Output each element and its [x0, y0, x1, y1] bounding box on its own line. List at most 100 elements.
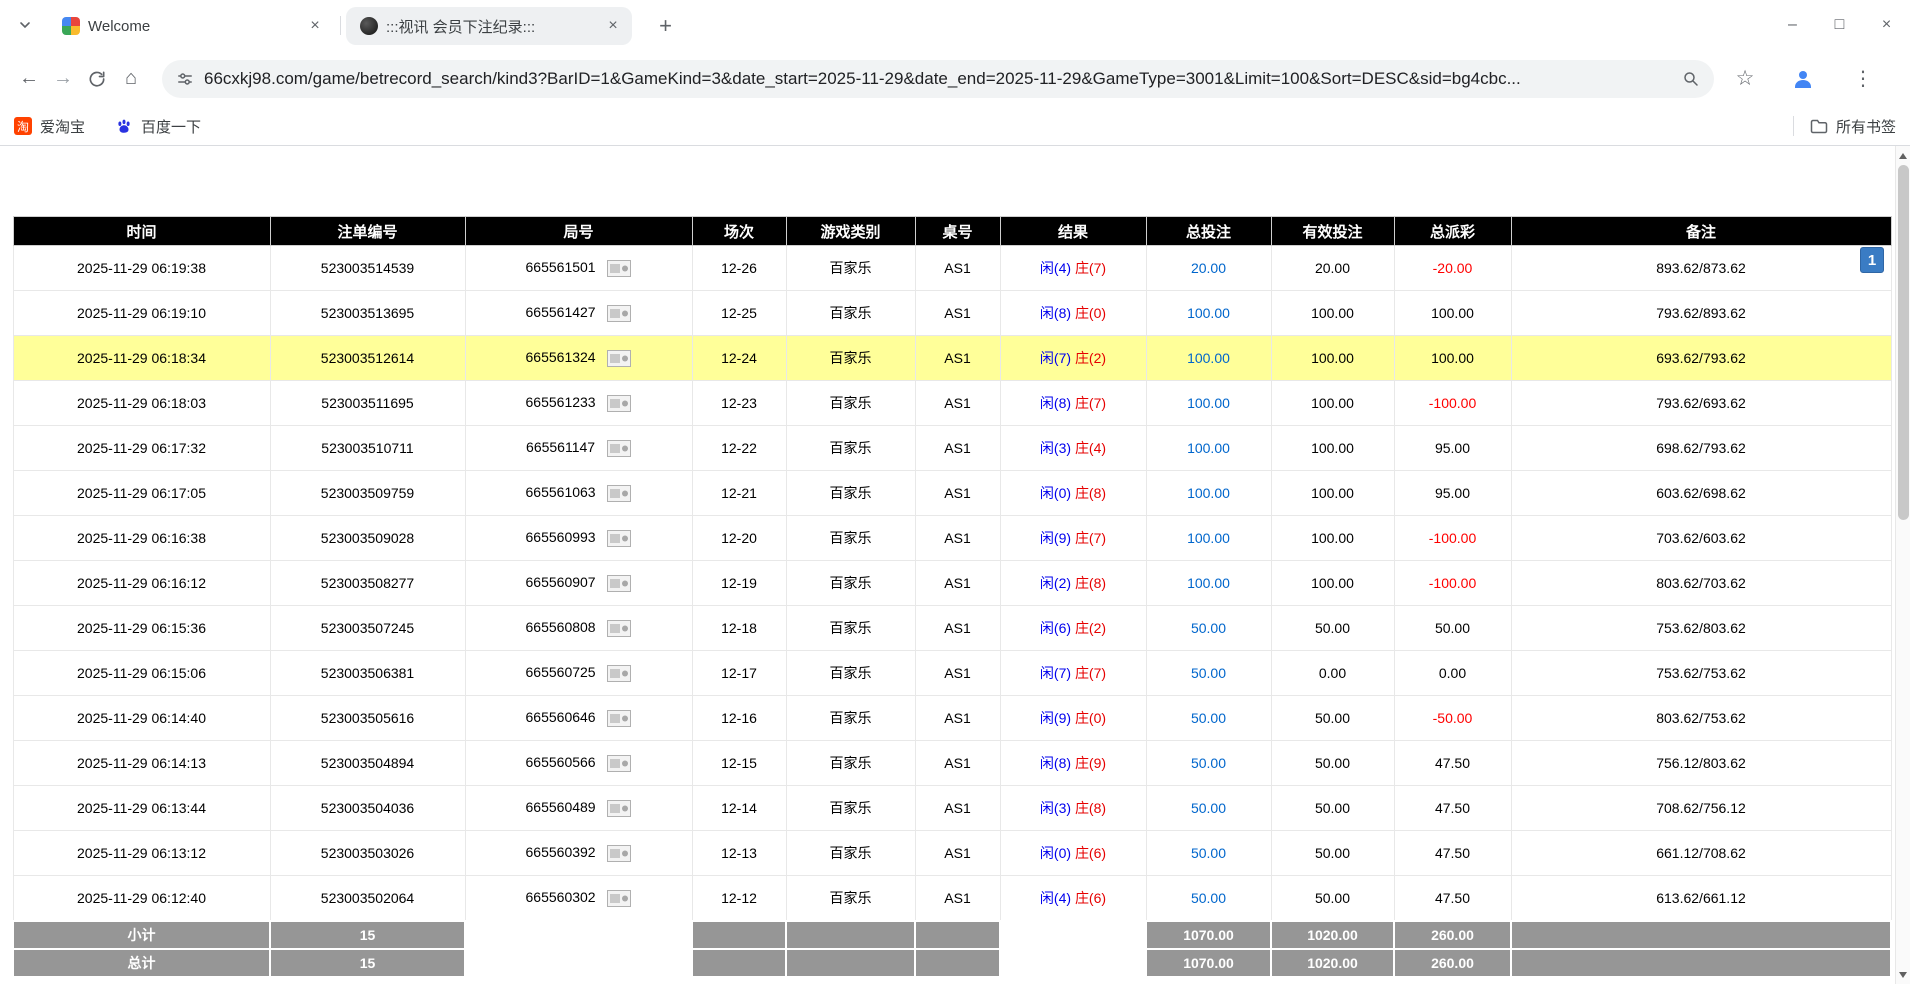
zoom-magnifier-icon[interactable]: [1682, 70, 1700, 88]
video-replay-icon[interactable]: [607, 440, 631, 457]
tab-close-icon[interactable]: ×: [304, 15, 326, 37]
refresh-button[interactable]: [80, 62, 114, 96]
round-number: 665560808: [526, 619, 596, 635]
cell-round-number: 665560808: [465, 606, 692, 651]
browser-menu-icon[interactable]: ⋮: [1846, 62, 1880, 96]
video-replay-icon[interactable]: [607, 485, 631, 502]
result-banker: 庄(0): [1075, 710, 1106, 726]
all-bookmarks-label: 所有书签: [1836, 116, 1896, 137]
subtotal-empty-cell: [1000, 921, 1146, 949]
column-header-0: 时间: [13, 217, 270, 246]
bookmark-label: 爱淘宝: [40, 116, 85, 137]
bookmark-baidu[interactable]: 百度一下: [115, 116, 201, 137]
cell-round-number: 665560302: [465, 876, 692, 921]
result-player: 闲(4): [1040, 260, 1071, 276]
subtotal-empty-cell: [786, 921, 915, 949]
cell-result: 闲(8) 庄(9): [1000, 741, 1146, 786]
pagination-page-1[interactable]: 1: [1860, 247, 1884, 273]
subtotal-valid-bet: 1020.00: [1271, 921, 1394, 949]
video-replay-icon[interactable]: [607, 575, 631, 592]
new-tab-button[interactable]: +: [652, 12, 679, 39]
video-replay-icon[interactable]: [607, 620, 631, 637]
result-banker: 庄(2): [1075, 350, 1106, 366]
bookmark-star-icon[interactable]: ☆: [1728, 62, 1762, 96]
total-label: 总计: [13, 949, 270, 977]
table-header-row: 时间注单编号局号场次游戏类别桌号结果总投注有效投注总派彩备注: [13, 217, 1891, 246]
cell-total-bet: 50.00: [1146, 696, 1271, 741]
table-row: 2025-11-29 06:15:06 523003506381 6655607…: [13, 651, 1891, 696]
home-button[interactable]: ⌂: [114, 62, 148, 96]
profile-avatar-icon[interactable]: [1786, 62, 1820, 96]
video-replay-icon[interactable]: [607, 350, 631, 367]
cell-bet-number: 523003512614: [270, 336, 465, 381]
result-player: 闲(0): [1040, 485, 1071, 501]
video-replay-icon[interactable]: [607, 260, 631, 277]
cell-total-bet: 100.00: [1146, 561, 1271, 606]
site-settings-icon[interactable]: [176, 70, 194, 88]
cell-session: 12-18: [692, 606, 786, 651]
tab-strip: Welcome × :::视讯 会员下注纪录::: × + – □ ×: [0, 0, 1910, 50]
video-replay-icon[interactable]: [607, 755, 631, 772]
cell-round-number: 665560907: [465, 561, 692, 606]
all-bookmarks-button[interactable]: 所有书签: [1793, 116, 1896, 137]
cell-game-type: 百家乐: [786, 471, 915, 516]
video-replay-icon[interactable]: [607, 800, 631, 817]
cell-time: 2025-11-29 06:17:32: [13, 426, 270, 471]
scroll-down-arrow-icon[interactable]: [1896, 967, 1910, 982]
cell-table-number: AS1: [915, 876, 1000, 921]
browser-tab-welcome[interactable]: Welcome ×: [48, 7, 334, 45]
cell-result: 闲(7) 庄(7): [1000, 651, 1146, 696]
cell-game-type: 百家乐: [786, 561, 915, 606]
column-header-8: 有效投注: [1271, 217, 1394, 246]
cell-result: 闲(4) 庄(7): [1000, 246, 1146, 291]
maximize-button[interactable]: □: [1816, 0, 1863, 50]
cell-valid-bet: 50.00: [1271, 876, 1394, 921]
video-replay-icon[interactable]: [607, 530, 631, 547]
vertical-scrollbar[interactable]: [1895, 146, 1910, 984]
cell-bet-number: 523003507245: [270, 606, 465, 651]
browser-tab-betrecord[interactable]: :::视讯 会员下注纪录::: ×: [346, 7, 632, 45]
cell-session: 12-12: [692, 876, 786, 921]
bookmark-taobao[interactable]: 淘 爱淘宝: [14, 116, 85, 137]
cell-round-number: 665560993: [465, 516, 692, 561]
window-controls: – □ ×: [1769, 0, 1910, 50]
bookmarks-divider: [1793, 116, 1794, 136]
cell-note: 756.12/803.62: [1511, 741, 1891, 786]
cell-time: 2025-11-29 06:15:36: [13, 606, 270, 651]
video-replay-icon[interactable]: [607, 665, 631, 682]
back-button[interactable]: ←: [12, 62, 46, 96]
result-player: 闲(6): [1040, 620, 1071, 636]
scroll-up-arrow-icon[interactable]: [1896, 148, 1910, 163]
browser-window: Welcome × :::视讯 会员下注纪录::: × + – □ × ← → …: [0, 0, 1910, 984]
close-button[interactable]: ×: [1863, 0, 1910, 50]
table-row: 2025-11-29 06:16:38 523003509028 6655609…: [13, 516, 1891, 561]
round-number: 665560725: [526, 664, 596, 680]
video-replay-icon[interactable]: [607, 890, 631, 907]
cell-table-number: AS1: [915, 696, 1000, 741]
cell-valid-bet: 0.00: [1271, 651, 1394, 696]
grand-total-row: 总计 15 1070.00 1020.00 260.00: [13, 949, 1891, 977]
video-replay-icon[interactable]: [607, 305, 631, 322]
address-bar[interactable]: 66cxkj98.com/game/betrecord_search/kind3…: [162, 60, 1714, 98]
tab-close-icon[interactable]: ×: [602, 15, 624, 37]
cell-bet-number: 523003508277: [270, 561, 465, 606]
tab-search-chevron-icon[interactable]: [14, 14, 36, 36]
cell-total-bet: 100.00: [1146, 426, 1271, 471]
cell-session: 12-19: [692, 561, 786, 606]
table-row: 2025-11-29 06:14:40 523003505616 6655606…: [13, 696, 1891, 741]
cell-table-number: AS1: [915, 246, 1000, 291]
result-banker: 庄(8): [1075, 800, 1106, 816]
cell-payout: -100.00: [1394, 381, 1511, 426]
video-replay-icon[interactable]: [607, 395, 631, 412]
video-replay-icon[interactable]: [607, 710, 631, 727]
scrollbar-thumb[interactable]: [1898, 165, 1909, 520]
cell-result: 闲(4) 庄(6): [1000, 876, 1146, 921]
cell-bet-number: 523003513695: [270, 291, 465, 336]
cell-table-number: AS1: [915, 741, 1000, 786]
forward-button[interactable]: →: [46, 62, 80, 96]
cell-payout: 95.00: [1394, 426, 1511, 471]
video-replay-icon[interactable]: [607, 845, 631, 862]
result-player: 闲(8): [1040, 755, 1071, 771]
cell-payout: 95.00: [1394, 471, 1511, 516]
minimize-button[interactable]: –: [1769, 0, 1816, 50]
